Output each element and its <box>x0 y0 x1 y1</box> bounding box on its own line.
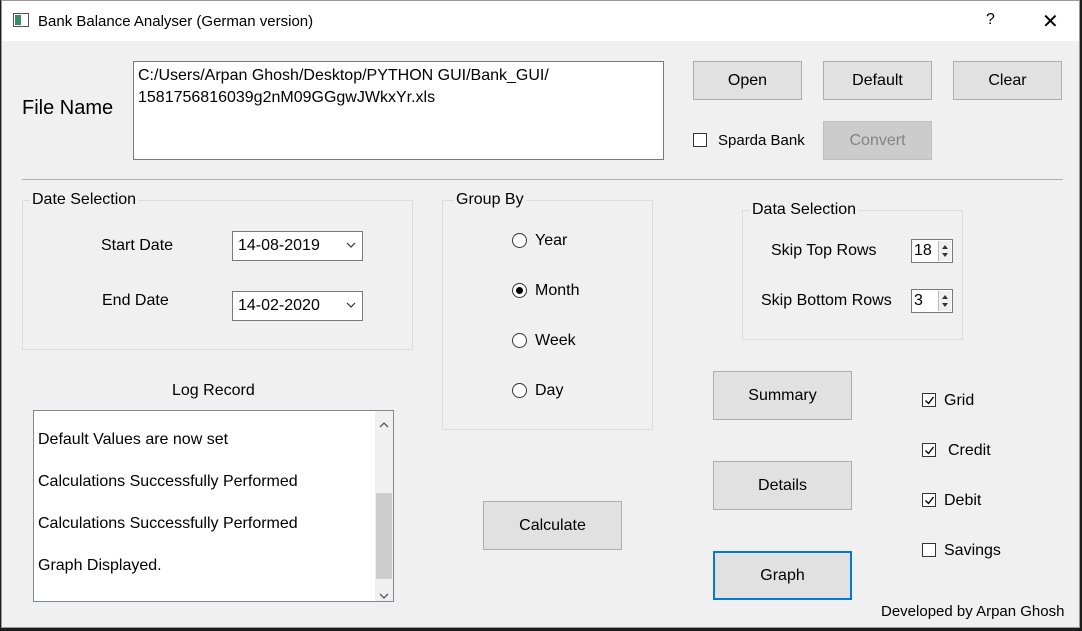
scrollbar-thumb[interactable] <box>376 493 392 579</box>
title-bar: Bank Balance Analyser (German version) ?… <box>2 1 1079 41</box>
log-entry: Calculations Successfully Performed <box>38 473 298 490</box>
separator <box>22 179 1063 180</box>
credit-checkbox[interactable] <box>922 443 936 457</box>
help-button[interactable]: ? <box>986 11 995 29</box>
savings-label: Savings <box>944 542 1001 559</box>
log-entry: Graph Displayed. <box>38 557 162 574</box>
log-record-list[interactable]: Default Values are now set Calculations … <box>33 410 394 602</box>
app-window: Bank Balance Analyser (German version) ?… <box>1 0 1080 628</box>
chevron-down-icon <box>346 298 356 317</box>
log-scrollbar[interactable] <box>375 411 393 601</box>
credit-label: Credit <box>948 442 991 459</box>
spin-arrows-icon[interactable] <box>938 291 951 311</box>
data-selection-title: Data Selection <box>750 201 859 219</box>
skip-top-rows-label: Skip Top Rows <box>771 242 877 259</box>
log-entry: Calculations Successfully Performed <box>38 515 298 532</box>
sparda-bank-label: Sparda Bank <box>718 132 805 149</box>
radio-year[interactable] <box>512 233 527 248</box>
start-date-label: Start Date <box>101 237 174 254</box>
scroll-down-icon[interactable] <box>379 587 389 605</box>
skip-bottom-rows-label: Skip Bottom Rows <box>761 292 892 309</box>
radio-selected-dot <box>516 287 523 294</box>
group-by-title: Group By <box>454 191 526 209</box>
skip-bottom-rows-value: 3 <box>914 292 923 309</box>
radio-week[interactable] <box>512 333 527 348</box>
end-date-value: 14-02-2020 <box>238 297 320 314</box>
radio-month-label: Month <box>535 282 580 299</box>
grid-checkbox[interactable] <box>922 393 936 407</box>
data-selection-group <box>742 210 963 340</box>
log-entry: Default Values are now set <box>38 431 229 448</box>
file-path-line-1: C:/Users/Arpan Ghosh/Desktop/PYTHON GUI/… <box>138 67 549 84</box>
window-title: Bank Balance Analyser (German version) <box>38 13 314 30</box>
default-button[interactable]: Default <box>823 61 932 100</box>
file-path-line-2: 1581756816039g2nM09GGgwJWkxYr.xls <box>138 89 436 106</box>
scroll-up-icon[interactable] <box>379 416 389 434</box>
skip-top-rows-spinner[interactable]: 18 <box>911 239 953 263</box>
sparda-bank-checkbox[interactable] <box>693 133 707 147</box>
spin-arrows-icon[interactable] <box>938 241 951 261</box>
checkmark-icon <box>925 496 935 505</box>
checkmark-icon <box>925 396 935 405</box>
file-name-label: File Name <box>22 97 114 119</box>
file-path-field[interactable]: C:/Users/Arpan Ghosh/Desktop/PYTHON GUI/… <box>133 61 664 160</box>
checkmark-icon <box>925 446 935 455</box>
app-icon <box>13 13 29 27</box>
close-button[interactable]: ✕ <box>1042 9 1059 34</box>
developer-credit: Developed by Arpan Ghosh <box>881 603 1065 620</box>
log-record-title: Log Record <box>172 382 255 399</box>
start-date-picker[interactable]: 14-08-2019 <box>232 231 363 261</box>
convert-button[interactable]: Convert <box>823 121 932 160</box>
summary-button[interactable]: Summary <box>713 371 852 420</box>
open-button[interactable]: Open <box>693 61 802 100</box>
radio-day-label: Day <box>535 382 564 399</box>
debit-checkbox[interactable] <box>922 493 936 507</box>
date-selection-title: Date Selection <box>30 191 139 209</box>
end-date-label: End Date <box>102 292 169 309</box>
end-date-picker[interactable]: 14-02-2020 <box>232 291 363 321</box>
chevron-down-icon <box>346 238 356 257</box>
start-date-value: 14-08-2019 <box>238 237 320 254</box>
radio-month[interactable] <box>512 283 527 298</box>
skip-bottom-rows-spinner[interactable]: 3 <box>911 289 953 313</box>
radio-week-label: Week <box>535 332 576 349</box>
date-selection-group <box>22 200 413 350</box>
radio-day[interactable] <box>512 383 527 398</box>
skip-top-rows-value: 18 <box>914 242 932 259</box>
calculate-button[interactable]: Calculate <box>483 501 622 550</box>
graph-button[interactable]: Graph <box>713 551 852 600</box>
radio-year-label: Year <box>535 232 568 249</box>
grid-label: Grid <box>944 392 975 409</box>
debit-label: Debit <box>944 492 982 509</box>
clear-button[interactable]: Clear <box>953 61 1062 100</box>
details-button[interactable]: Details <box>713 461 852 510</box>
savings-checkbox[interactable] <box>922 543 936 557</box>
